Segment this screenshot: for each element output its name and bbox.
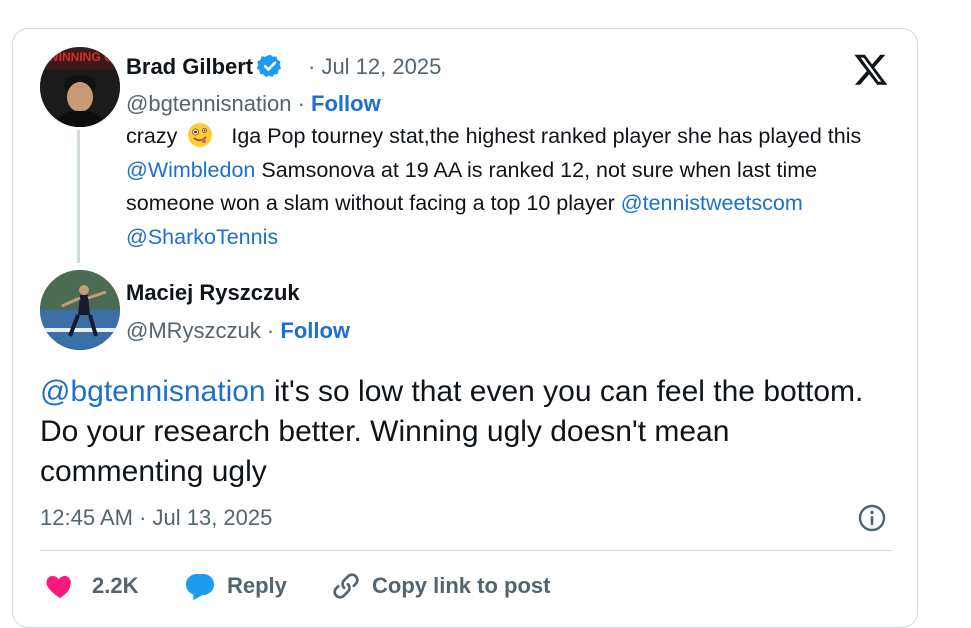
separator: · xyxy=(297,91,305,116)
quoted-author-name[interactable]: Brad Gilbert xyxy=(126,53,283,80)
quoted-post-text: crazy Iga Pop tourney stat,the highest r… xyxy=(126,120,896,254)
mention-bgtennisnation[interactable]: @bgtennisnation xyxy=(40,375,266,408)
follow-button-maciej[interactable]: Follow xyxy=(280,318,350,343)
author-name-text[interactable]: Brad Gilbert xyxy=(126,54,253,79)
quoted-text-part: Iga Pop tourney stat,the highest ranked … xyxy=(231,124,862,148)
post-timestamp[interactable]: 12:45 AM · Jul 13, 2025 xyxy=(40,505,272,531)
quoted-text-part: crazy xyxy=(126,124,178,148)
verified-badge-icon xyxy=(257,54,282,78)
quoted-handle-row: @bgtennisnation · Follow xyxy=(126,91,381,117)
copy-link-button[interactable]: Copy link to post xyxy=(330,570,550,602)
heart-icon xyxy=(46,576,71,598)
divider xyxy=(40,550,892,551)
reply-author-name[interactable]: Maciej Ryszczuk xyxy=(126,280,300,306)
reply-button[interactable]: Reply xyxy=(183,570,287,602)
avatar-maciej-ryszczuk[interactable] xyxy=(40,270,120,350)
like-count: 2.2K xyxy=(92,573,139,598)
mention-wimbledon[interactable]: @Wimbledon xyxy=(126,158,255,182)
zany-face-emoji-icon xyxy=(188,123,213,147)
info-icon[interactable] xyxy=(857,503,887,533)
quoted-handle[interactable]: @bgtennisnation xyxy=(126,91,291,116)
reply-bubble-icon xyxy=(186,574,214,601)
thread-connector xyxy=(77,130,80,263)
x-logo-icon[interactable] xyxy=(853,51,889,87)
reply-handle[interactable]: @MRyszczuk xyxy=(126,318,261,343)
separator: · xyxy=(266,318,275,343)
link-icon xyxy=(333,573,359,599)
follow-button-brad[interactable]: Follow xyxy=(311,91,381,116)
quoted-post-date[interactable]: · Jul 12, 2025 xyxy=(308,54,441,80)
reply-post-text: @bgtennisnation it's so low that even yo… xyxy=(40,372,900,492)
mention-sharkotennis[interactable]: @SharkoTennis xyxy=(126,225,278,249)
reply-label: Reply xyxy=(227,573,287,598)
reply-handle-row: @MRyszczuk · Follow xyxy=(126,318,350,344)
mention-tennistweetscom[interactable]: @tennistweetscom xyxy=(621,191,803,215)
avatar-brad-gilbert[interactable]: WINNING U xyxy=(40,47,120,127)
copy-link-label: Copy link to post xyxy=(372,573,551,598)
like-button[interactable]: 2.2K xyxy=(44,570,138,602)
